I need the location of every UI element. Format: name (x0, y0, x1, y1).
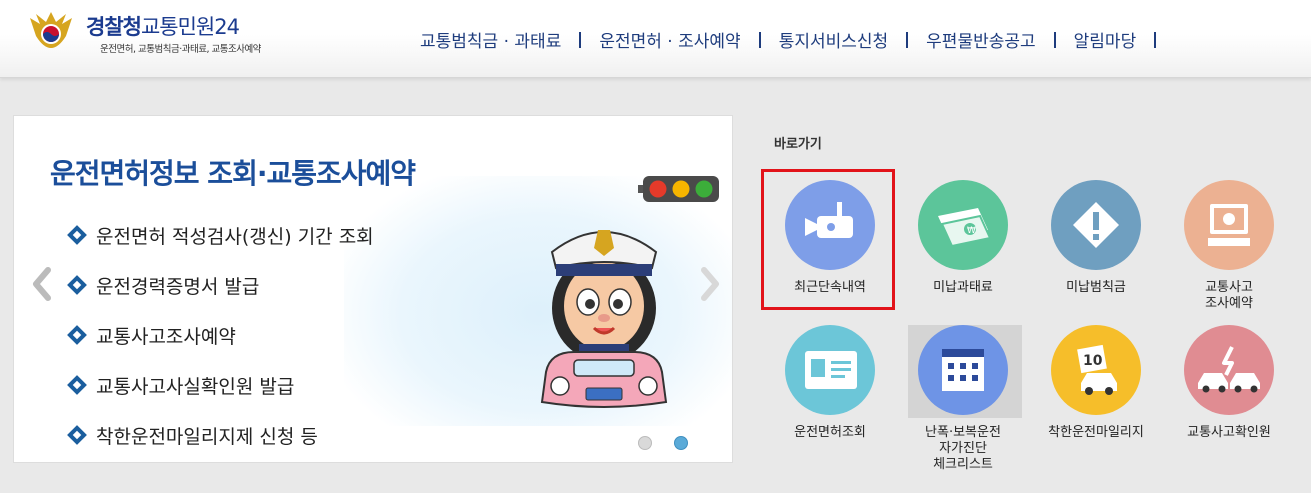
shortcut-license-lookup[interactable]: 운전면허조회 (775, 325, 885, 441)
selection-highlight (761, 169, 895, 310)
car-10-icon: 10 (1051, 325, 1141, 415)
nav-returned-mail[interactable]: 우편물반송공고 (926, 27, 1035, 52)
diamond-bullet-icon (67, 325, 87, 345)
shortcut-label: 착한운전마일리지 (1048, 425, 1144, 440)
shortcut-label: 교통사고확인원 (1187, 425, 1271, 440)
nav-separator (1154, 31, 1157, 48)
monitor-icon (1184, 180, 1274, 270)
money-icon: ₩ (918, 180, 1008, 270)
shortcut-accident-certificate[interactable]: 교통사고확인원 (1174, 325, 1284, 441)
shortcut-unpaid-fines[interactable]: ₩ 미납과태료 (908, 180, 1018, 296)
police-emblem-icon (30, 12, 72, 48)
main-banner: 운전면허정보 조회·교통조사예약 운전면허 적성검사(갱신) 기간 조회 운전경… (13, 115, 733, 463)
nav-license-reservation[interactable]: 운전면허 · 조사예약 (599, 27, 740, 52)
logo-title: 경찰청교통민원24 (86, 15, 240, 39)
shortcut-accident-reservation[interactable]: 교통사고 조사예약 (1174, 180, 1284, 312)
site-logo[interactable]: 경찰청교통민원24 운전면허, 교통범칙금·과태료, 교통조사예약 (26, 8, 316, 58)
nav-notice[interactable]: 알림마당 (1074, 27, 1137, 52)
banner-list-item[interactable]: 교통사고조사예약 (67, 310, 374, 360)
banner-list-item[interactable]: 착한운전마일리지제 신청 등 (67, 410, 374, 460)
shortcut-mileage[interactable]: 10 착한운전마일리지 (1041, 325, 1151, 441)
diamond-bullet-icon (67, 375, 87, 395)
slide-dot-active[interactable] (674, 436, 688, 450)
nav-notification-service[interactable]: 통지서비스신청 (779, 27, 888, 52)
slide-indicator (638, 436, 688, 450)
shortcut-label: 미납과태료 (933, 280, 993, 295)
diamond-bullet-icon (67, 425, 87, 445)
nav-fine-penalty[interactable]: 교통범칙금 · 과태료 (420, 27, 561, 52)
site-header: 경찰청교통민원24 운전면허, 교통범칙금·과태료, 교통조사예약 교통범칙금 … (0, 0, 1311, 78)
banner-list-item[interactable]: 운전면허 적성검사(갱신) 기간 조회 (67, 210, 374, 260)
nav-separator (906, 31, 909, 48)
shortcut-label: 난폭·보복운전 자가진단 체크리스트 (925, 425, 1001, 472)
crash-icon (1184, 325, 1274, 415)
shortcuts-title: 바로가기 (774, 137, 822, 152)
nav-separator (758, 31, 761, 48)
nav-separator (1053, 31, 1056, 48)
svg-text:10: 10 (1083, 353, 1103, 369)
shortcut-unpaid-penalties[interactable]: 미납범칙금 (1041, 180, 1151, 296)
chevron-right-icon[interactable] (696, 264, 726, 304)
chevron-left-icon[interactable] (26, 264, 56, 304)
shortcut-aggressive-driving-checklist[interactable]: 난폭·보복운전 자가진단 체크리스트 (908, 325, 1018, 473)
logo-subtitle: 운전면허, 교통범칙금·과태료, 교통조사예약 (100, 44, 261, 55)
slide-dot[interactable] (638, 436, 652, 450)
svg-text:₩: ₩ (967, 226, 976, 236)
warning-icon (1051, 180, 1141, 270)
banner-list-item[interactable]: 운전경력증명서 발급 (67, 260, 374, 310)
shortcut-label: 교통사고 조사예약 (1205, 280, 1253, 311)
banner-list-item[interactable]: 교통사고사실확인원 발급 (67, 360, 374, 410)
nav-separator (579, 31, 582, 48)
diamond-bullet-icon (67, 225, 87, 245)
calendar-icon (918, 325, 1008, 415)
diamond-bullet-icon (67, 275, 87, 295)
main-nav: 교통범칙금 · 과태료 운전면허 · 조사예약 통지서비스신청 우편물반송공고 … (420, 27, 1174, 52)
shortcut-label: 운전면허조회 (794, 425, 866, 440)
police-character-illustration (540, 230, 668, 408)
banner-title: 운전면허정보 조회·교통조사예약 (50, 157, 416, 190)
banner-list: 운전면허 적성검사(갱신) 기간 조회 운전경력증명서 발급 교통사고조사예약 … (67, 210, 374, 460)
shortcut-label: 미납범칙금 (1066, 280, 1126, 295)
traffic-light-icon (638, 176, 719, 202)
id-card-icon (785, 325, 875, 415)
